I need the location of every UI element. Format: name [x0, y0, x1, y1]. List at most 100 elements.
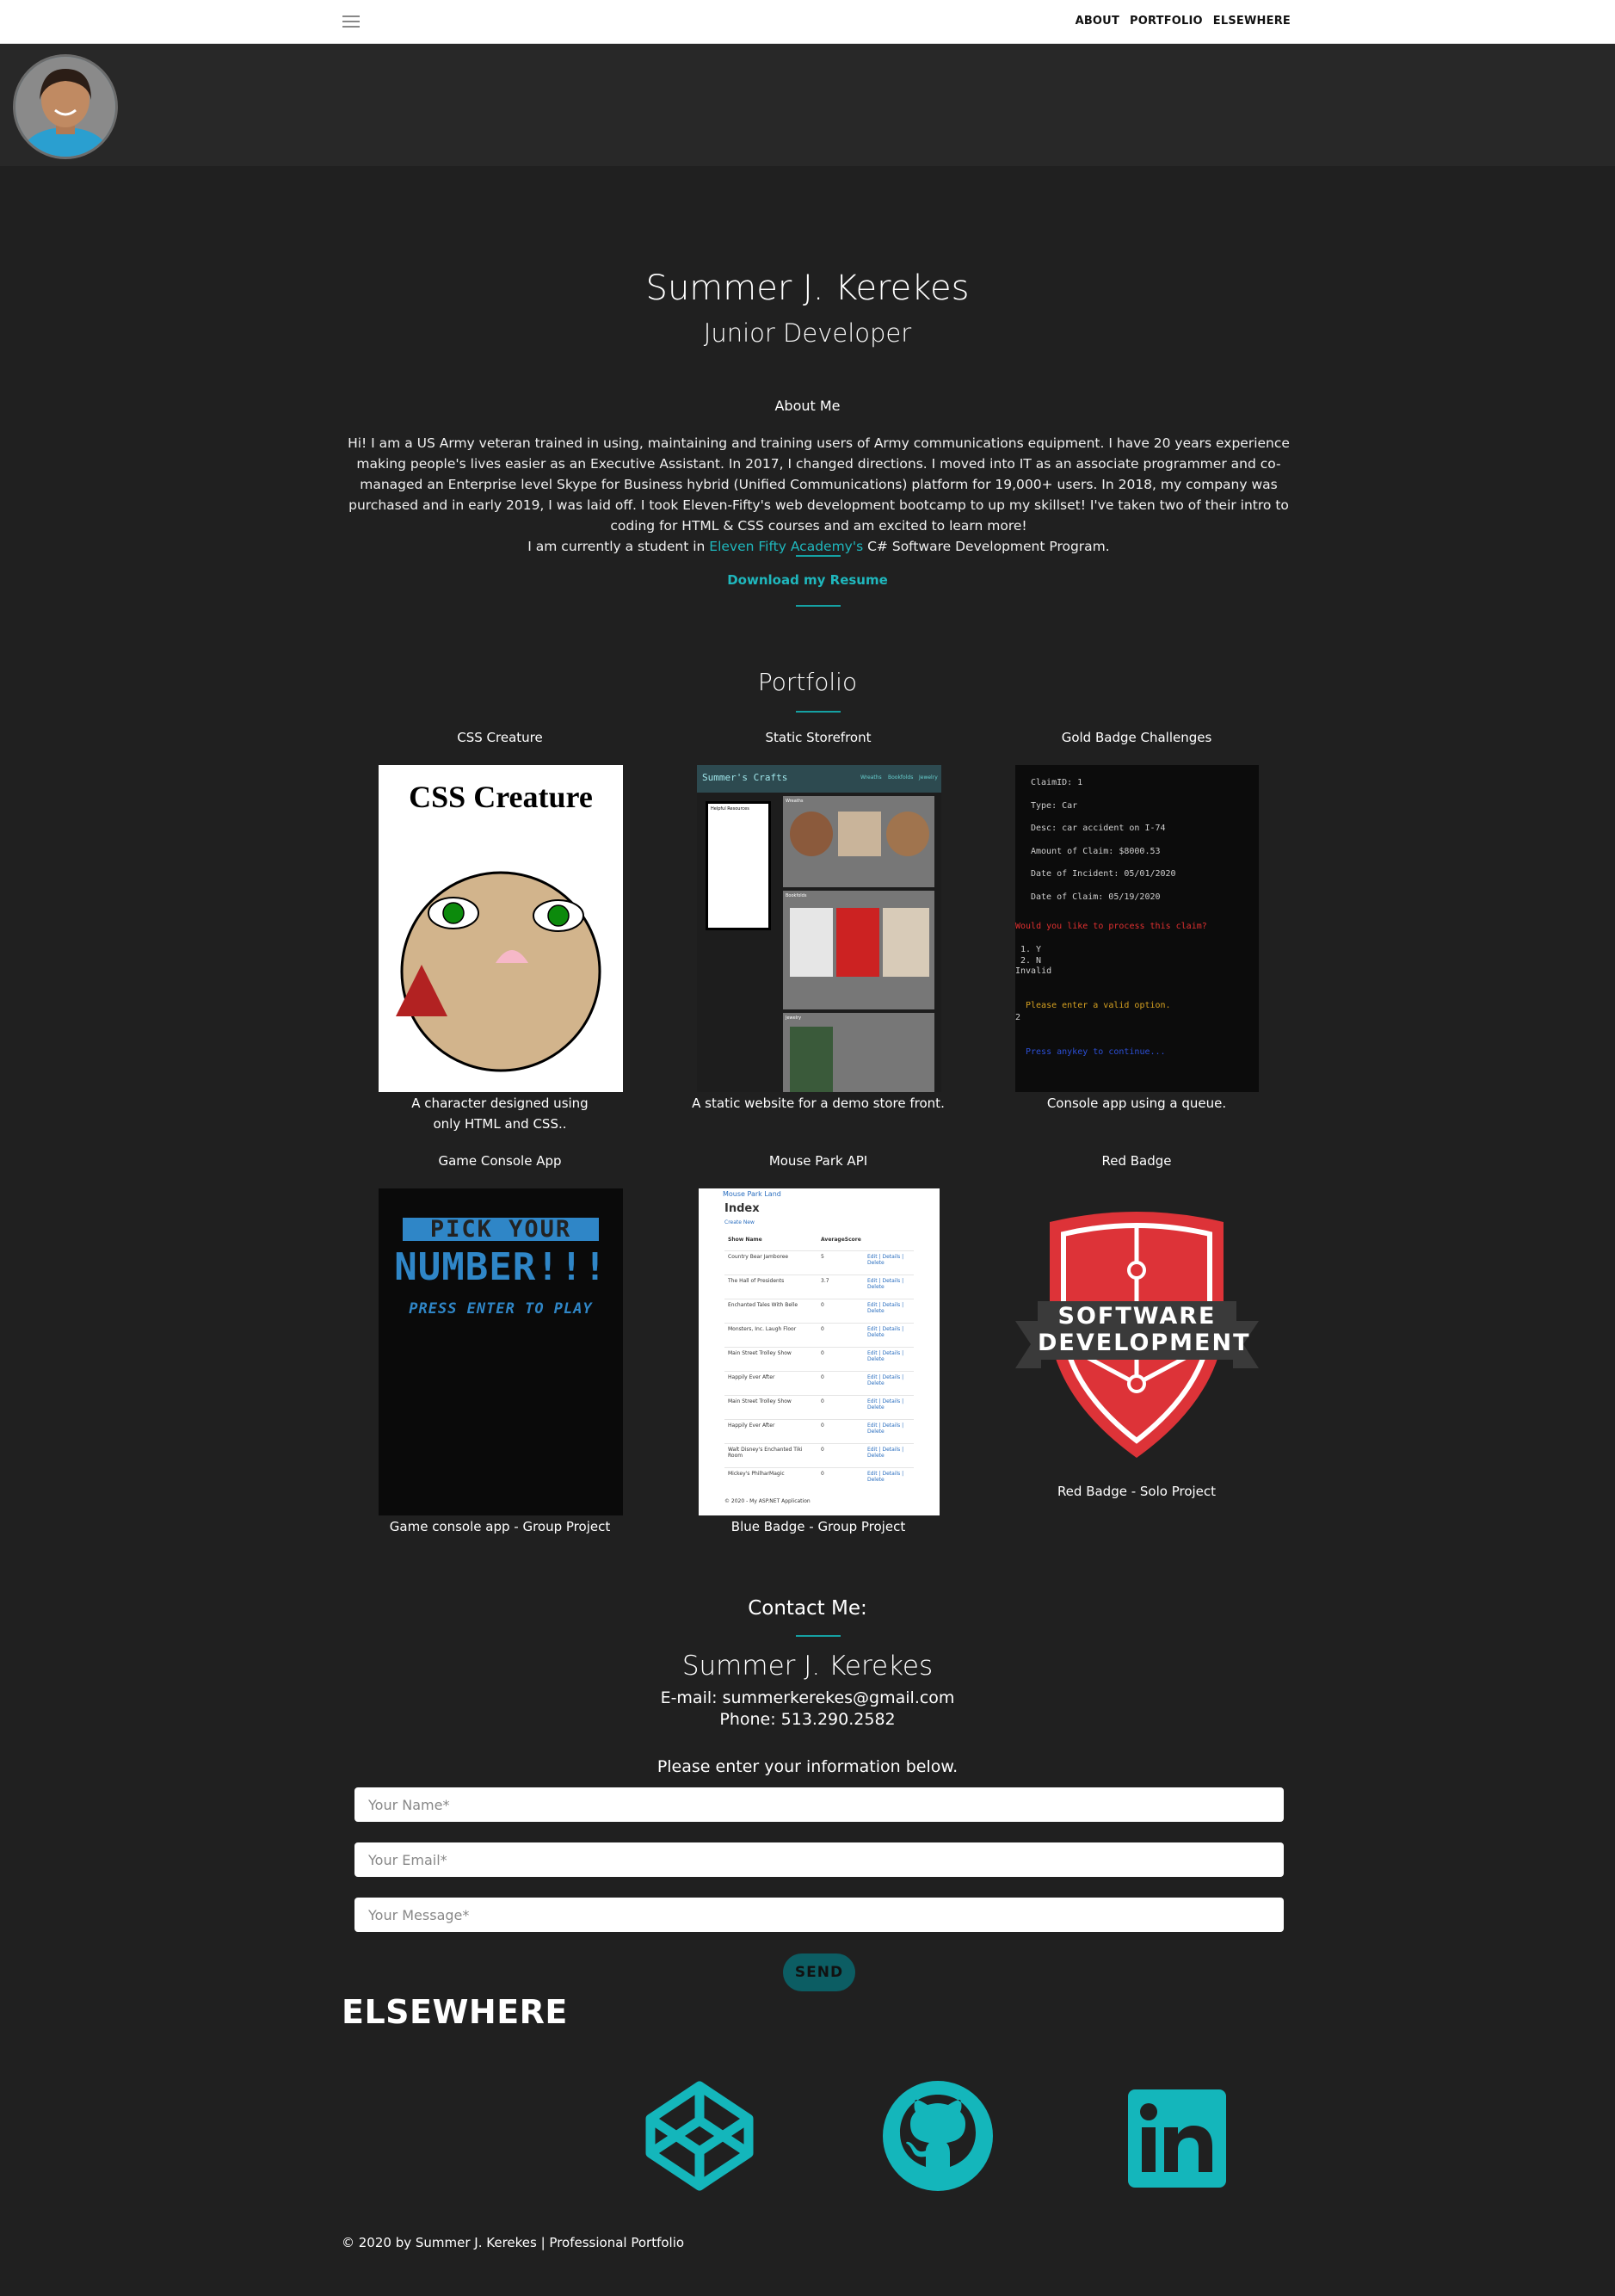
- hero-role: Junior Developer: [703, 318, 912, 348]
- api-cell-name: Monsters, Inc. Laugh Floor: [728, 1326, 797, 1332]
- console-option: 1. Y: [1020, 945, 1042, 954]
- game-title-line-2: NUMBER!!!: [394, 1245, 607, 1289]
- portfolio-title: Portfolio: [757, 668, 858, 696]
- storefront-nav-1: Wreaths: [860, 775, 882, 781]
- about-paragraph: Hi! I am a US Army veteran trained in us…: [340, 433, 1298, 557]
- divider: [796, 605, 841, 607]
- name-field[interactable]: [354, 1787, 1284, 1822]
- card-caption-gold-badge: Console app using a queue.: [1046, 1096, 1227, 1111]
- api-cell-actions[interactable]: Edit | Details | Delete: [867, 1350, 910, 1362]
- send-button[interactable]: SEND: [783, 1953, 855, 1991]
- red-badge-image[interactable]: SOFTWARE DEVELOPMENT: [1015, 1205, 1259, 1463]
- card-title-static-storefront: Static Storefront: [765, 730, 872, 745]
- api-col-score: AverageScore: [821, 1237, 861, 1243]
- console-prompt: Would you like to process this claim?: [1015, 922, 1207, 931]
- api-cell-score: 0: [821, 1326, 824, 1332]
- api-cell-actions[interactable]: Edit | Details | Delete: [867, 1423, 910, 1435]
- console-line: Type: Car: [1031, 800, 1078, 811]
- game-console-image[interactable]: PICK YOUR NUMBER!!! PRESS ENTER TO PLAY: [379, 1188, 623, 1515]
- api-table-row: Enchanted Tales With Belle 0 Edit | Detail…: [724, 1299, 914, 1319]
- api-cell-score: 0: [821, 1447, 824, 1453]
- section-title: Bookfolds: [786, 893, 807, 898]
- badge-line-2: DEVELOPMENT: [1038, 1330, 1251, 1356]
- api-footer: © 2020 - My ASP.NET Application: [724, 1498, 811, 1504]
- api-cell-name: Country Bear Jamboree: [728, 1254, 789, 1260]
- api-brand: Mouse Park Land: [723, 1190, 781, 1198]
- divider: [796, 555, 841, 557]
- badge-line-1: SOFTWARE: [1057, 1303, 1217, 1330]
- api-cell-score: 0: [821, 1374, 824, 1380]
- academy-link[interactable]: Eleven Fifty Academy's: [709, 539, 863, 554]
- email-field[interactable]: [354, 1842, 1284, 1877]
- codepen-icon[interactable]: [644, 2079, 755, 2196]
- contact-title: Contact Me:: [748, 1597, 867, 1620]
- game-title-line-1: PICK YOUR: [403, 1218, 599, 1241]
- top-nav: ABOUT PORTFOLIO ELSEWHERE: [0, 0, 1615, 44]
- creature-drawing: [396, 871, 601, 1072]
- api-cell-actions[interactable]: Edit | Details | Delete: [867, 1471, 910, 1483]
- linkedin-icon[interactable]: [1128, 2089, 1226, 2191]
- storefront-image[interactable]: Summer's Crafts Wreaths Bookfolds Jewelr…: [697, 765, 941, 1092]
- console-warning: Please enter a valid option.: [1026, 1001, 1171, 1010]
- api-cell-actions[interactable]: Edit | Details | Delete: [867, 1374, 910, 1386]
- download-resume-link[interactable]: Download my Resume: [0, 572, 1615, 588]
- divider: [796, 1635, 841, 1637]
- api-table-row: Mickey's PhilharMagic 0 Edit | Details | D…: [724, 1467, 914, 1488]
- hero-name: Summer J. Kerekes: [645, 268, 970, 308]
- api-cell-actions[interactable]: Edit | Details | Delete: [867, 1278, 910, 1290]
- api-cell-score: 0: [821, 1471, 824, 1477]
- api-cell-score: 0: [821, 1350, 824, 1356]
- api-cell-actions[interactable]: Edit | Details | Delete: [867, 1302, 910, 1314]
- divider: [796, 711, 841, 713]
- api-cell-name: The Hall of Presidents: [728, 1278, 785, 1284]
- card-title-mouse-park: Mouse Park API: [768, 1153, 868, 1169]
- about-text: Hi! I am a US Army veteran trained in us…: [348, 435, 1290, 534]
- github-icon[interactable]: [881, 2079, 995, 2196]
- nav-link-portfolio[interactable]: PORTFOLIO: [1130, 15, 1203, 28]
- card-title-css-creature: CSS Creature: [457, 730, 543, 745]
- section-title: Jewelry: [786, 1015, 802, 1021]
- storefront-brand: Summer's Crafts: [702, 772, 788, 783]
- css-creature-image[interactable]: CSS Creature: [379, 765, 623, 1092]
- console-line: Date of Incident: 05/01/2020: [1031, 869, 1176, 879]
- api-table-row: The Hall of Presidents 3.7 Edit | Details …: [724, 1275, 914, 1295]
- api-cell-actions[interactable]: Edit | Details | Delete: [867, 1447, 910, 1459]
- storefront-section-1: Wreaths: [783, 796, 934, 887]
- avatar: [13, 54, 118, 159]
- api-cell-score: 0: [821, 1423, 824, 1429]
- nav-link-elsewhere[interactable]: ELSEWHERE: [1213, 15, 1291, 28]
- console-line: Desc: car accident on I-74: [1031, 824, 1166, 833]
- api-create-link[interactable]: Create New: [724, 1219, 755, 1225]
- console-options: 1. Y 2. N: [1020, 944, 1041, 966]
- card-caption-mouse-park: Blue Badge - Group Project: [730, 1519, 906, 1534]
- console-line: Date of Claim: 05/19/2020: [1031, 892, 1161, 902]
- api-table-row: Main Street Trolley Show 0 Edit | Details …: [724, 1395, 914, 1416]
- console-line: ClaimID: 1: [1031, 778, 1083, 787]
- student-prefix: I am currently a student in: [527, 539, 710, 554]
- api-cell-actions[interactable]: Edit | Details | Delete: [867, 1254, 910, 1266]
- storefront-header: Summer's Crafts Wreaths Bookfolds Jewelr…: [697, 765, 941, 793]
- api-cell-name: Happily Ever After: [728, 1374, 775, 1380]
- console-continue: Press anykey to continue...: [1026, 1047, 1166, 1057]
- card-caption-static-storefront: A static website for a demo store front.: [692, 1096, 945, 1111]
- footer-text: © 2020 by Summer J. Kerekes | Profession…: [342, 2235, 685, 2250]
- api-table-row: Country Bear Jamboree 5 Edit | Details | D…: [724, 1250, 914, 1271]
- api-cell-actions[interactable]: Edit | Details | Delete: [867, 1326, 910, 1338]
- mouse-park-api-image[interactable]: Mouse Park Land Index Create New Show Na…: [699, 1188, 940, 1515]
- nav-link-about[interactable]: ABOUT: [1076, 15, 1119, 28]
- api-col-name: Show Name: [728, 1237, 762, 1243]
- contact-email: E-mail: summerkerekes@gmail.com: [660, 1688, 955, 1707]
- api-cell-actions[interactable]: Edit | Details | Delete: [867, 1398, 910, 1410]
- api-cell-name: Mickey's PhilharMagic: [728, 1471, 785, 1477]
- badge-text: SOFTWARE DEVELOPMENT: [1038, 1303, 1251, 1356]
- storefront-nav-2: Bookfolds: [888, 775, 914, 781]
- api-cell-score: 3.7: [821, 1278, 829, 1284]
- api-cell-score: 0: [821, 1302, 824, 1308]
- api-table-row: Happily Ever After 0 Edit | Details | Dele…: [724, 1371, 914, 1392]
- api-heading: Index: [724, 1202, 760, 1215]
- api-cell-name: Happily Ever After: [728, 1423, 775, 1429]
- menu-icon[interactable]: [342, 15, 360, 28]
- gold-badge-console-image[interactable]: ClaimID: 1 Type: Car Desc: car accident …: [1015, 765, 1259, 1092]
- message-field[interactable]: [354, 1898, 1284, 1932]
- contact-name: Summer J. Kerekes: [681, 1651, 934, 1682]
